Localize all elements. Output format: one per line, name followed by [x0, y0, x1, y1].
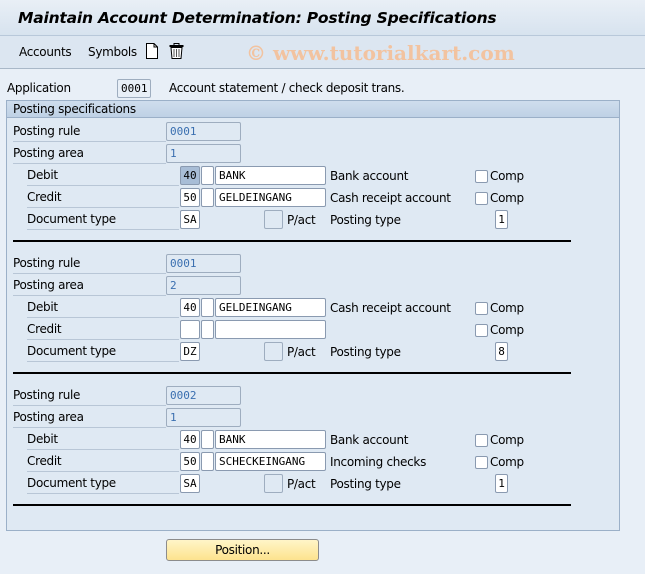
debit-posting-key-field[interactable]: 40: [180, 298, 200, 317]
menu-accounts[interactable]: Accounts: [19, 45, 72, 59]
posting-area-field[interactable]: 2: [166, 276, 241, 295]
posting-type-label: Posting type: [330, 213, 401, 227]
credit-special-gl-field[interactable]: [201, 452, 214, 471]
credit-comp-checkbox[interactable]: [475, 456, 488, 469]
document-type-label: Document type: [27, 342, 179, 362]
posting-rule-label: Posting rule: [13, 122, 166, 142]
credit-account-symbol-field[interactable]: SCHECKEINGANG: [215, 452, 326, 471]
posting-type-field[interactable]: 1: [495, 210, 508, 229]
debit-label: Debit: [27, 298, 179, 318]
debit-comp-label: Comp: [490, 301, 524, 315]
posting-rule-field[interactable]: 0001: [166, 254, 241, 273]
title-bar: Maintain Account Determination: Posting …: [0, 0, 645, 36]
posting-area-field[interactable]: 1: [166, 408, 241, 427]
debit-account-symbol-field[interactable]: BANK: [215, 166, 326, 185]
pact-checkbox[interactable]: [264, 342, 283, 361]
document-type-field[interactable]: SA: [180, 474, 200, 493]
credit-special-gl-field[interactable]: [201, 188, 214, 207]
debit-account-text: Bank account: [330, 433, 409, 447]
debit-comp-checkbox[interactable]: [475, 302, 488, 315]
credit-account-text: Incoming checks: [330, 455, 427, 469]
menu-symbols[interactable]: Symbols: [88, 45, 137, 59]
posting-type-label: Posting type: [330, 345, 401, 359]
application-field[interactable]: 0001: [117, 79, 151, 98]
application-description: Account statement / check deposit trans.: [169, 81, 405, 95]
posting-area-label: Posting area: [13, 144, 166, 164]
posting-rule-label: Posting rule: [13, 254, 166, 274]
separator-line: [13, 372, 571, 374]
debit-comp-label: Comp: [490, 169, 524, 183]
credit-posting-key-field[interactable]: 50: [180, 188, 200, 207]
posting-type-field[interactable]: 8: [495, 342, 508, 361]
debit-comp-label: Comp: [490, 433, 524, 447]
credit-comp-label: Comp: [490, 323, 524, 337]
credit-posting-key-field[interactable]: 50: [180, 452, 200, 471]
pact-label: P/act: [287, 213, 316, 227]
document-type-label: Document type: [27, 474, 179, 494]
posting-rule-field[interactable]: 0002: [166, 386, 241, 405]
document-type-field[interactable]: DZ: [180, 342, 200, 361]
debit-label: Debit: [27, 166, 179, 186]
application-label: Application: [7, 81, 71, 95]
toolbar: Accounts Symbols © www.tutorialkart.com: [0, 36, 645, 69]
credit-label: Credit: [27, 452, 179, 472]
new-document-icon[interactable]: [145, 43, 161, 60]
pact-label: P/act: [287, 477, 316, 491]
pact-checkbox[interactable]: [264, 210, 283, 229]
delete-trash-icon[interactable]: [169, 43, 185, 60]
debit-comp-checkbox[interactable]: [475, 170, 488, 183]
debit-account-text: Cash receipt account: [330, 301, 451, 315]
position-button[interactable]: Position...: [166, 539, 319, 561]
debit-account-text: Bank account: [330, 169, 409, 183]
document-type-label: Document type: [27, 210, 179, 230]
debit-posting-key-field[interactable]: 40: [180, 430, 200, 449]
credit-comp-label: Comp: [490, 455, 524, 469]
posting-rule-label: Posting rule: [13, 386, 166, 406]
credit-comp-checkbox[interactable]: [475, 324, 488, 337]
group-title: Posting specifications: [7, 101, 619, 118]
debit-label: Debit: [27, 430, 179, 450]
debit-special-gl-field[interactable]: [201, 166, 214, 185]
credit-comp-label: Comp: [490, 191, 524, 205]
debit-account-symbol-field[interactable]: BANK: [215, 430, 326, 449]
credit-comp-checkbox[interactable]: [475, 192, 488, 205]
posting-type-field[interactable]: 1: [495, 474, 508, 493]
window-title: Maintain Account Determination: Posting …: [18, 9, 497, 27]
posting-type-label: Posting type: [330, 477, 401, 491]
debit-comp-checkbox[interactable]: [475, 434, 488, 447]
credit-label: Credit: [27, 320, 179, 340]
credit-special-gl-field[interactable]: [201, 320, 214, 339]
posting-area-field[interactable]: 1: [166, 144, 241, 163]
separator-line: [13, 240, 571, 242]
watermark: © www.tutorialkart.com: [246, 41, 515, 65]
credit-posting-key-field[interactable]: [180, 320, 200, 339]
separator-line: [13, 504, 571, 506]
pact-checkbox[interactable]: [264, 474, 283, 493]
debit-posting-key-field[interactable]: 40: [180, 166, 200, 185]
posting-area-label: Posting area: [13, 276, 166, 296]
credit-account-text: Cash receipt account: [330, 191, 451, 205]
credit-label: Credit: [27, 188, 179, 208]
posting-rule-field[interactable]: 0001: [166, 122, 241, 141]
credit-account-symbol-field[interactable]: GELDEINGANG: [215, 188, 326, 207]
posting-area-label: Posting area: [13, 408, 166, 428]
debit-account-symbol-field[interactable]: GELDEINGANG: [215, 298, 326, 317]
debit-special-gl-field[interactable]: [201, 298, 214, 317]
document-type-field[interactable]: SA: [180, 210, 200, 229]
credit-account-symbol-field[interactable]: [215, 320, 326, 339]
pact-label: P/act: [287, 345, 316, 359]
debit-special-gl-field[interactable]: [201, 430, 214, 449]
